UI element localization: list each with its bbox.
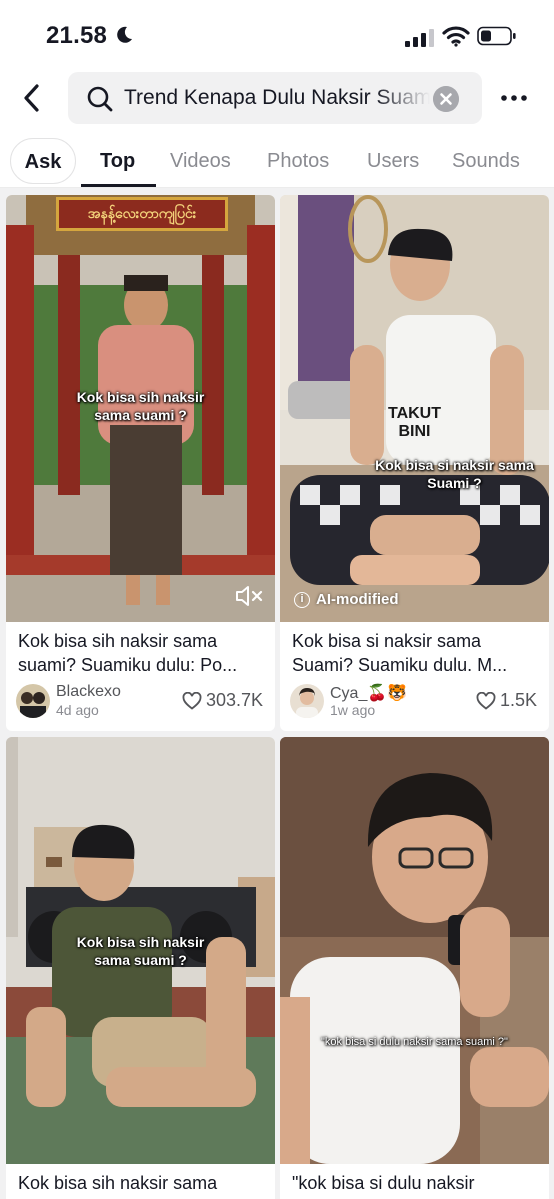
signal-icon: [405, 29, 434, 47]
more-options-icon[interactable]: [500, 84, 528, 112]
video-description[interactable]: Kok bisa sih naksir sama suami? Suamiku …: [18, 629, 268, 679]
tab-ask[interactable]: Ask: [10, 138, 76, 184]
avatar[interactable]: [16, 684, 50, 718]
post-date: 4d ago: [56, 702, 99, 718]
like-count-value: 303.7K: [205, 690, 263, 710]
post-date: 1w ago: [330, 702, 376, 718]
video-thumbnail: အနန့်လေးတာကျပြင်း Kok bisa sih naksir sa…: [6, 195, 275, 622]
tab-photos[interactable]: Photos: [267, 138, 329, 184]
tab-sounds[interactable]: Sounds: [452, 138, 520, 184]
heart-icon: [182, 691, 202, 710]
moon-icon: [117, 26, 132, 43]
video-overlay-caption: "kok bisa si dulu naksir sama suami ?": [321, 1036, 508, 1048]
status-bar: 21.58: [0, 0, 554, 68]
video-overlay-caption: Kok bisa si naksir sama Suami ?: [375, 457, 534, 491]
clear-search-icon[interactable]: [433, 86, 459, 112]
ai-modified-badge: i AI-modified: [294, 591, 399, 608]
like-count: 303.7K: [182, 690, 263, 711]
info-icon: i: [294, 591, 310, 608]
avatar[interactable]: [290, 684, 324, 718]
author-name[interactable]: Cya_🍒🐯: [330, 683, 407, 703]
thumbnail-image: [280, 737, 549, 1164]
video-description[interactable]: Kok bisa sih naksir sama: [18, 1171, 268, 1199]
video-meta: Cya_🍒🐯 1w ago 1.5K: [290, 684, 537, 720]
tab-users[interactable]: Users: [367, 138, 419, 184]
like-count: 1.5K: [476, 690, 537, 711]
author-name[interactable]: Blackexo: [56, 683, 121, 701]
mute-icon[interactable]: [235, 584, 263, 608]
like-count-value: 1.5K: [499, 690, 537, 710]
search-tabs: Ask Top Videos Photos Users Sounds: [0, 134, 554, 188]
video-description[interactable]: Kok bisa si naksir sama Suami? Suamiku d…: [292, 629, 542, 679]
status-time: 21.58: [46, 22, 108, 49]
video-thumbnail: TAKUT BINI Kok bisa si naksir sama Suami…: [280, 195, 549, 622]
video-overlay-caption: Kok bisa sih naksir sama suami ?: [76, 934, 205, 968]
back-arrow-icon[interactable]: [18, 82, 46, 114]
video-meta: Blackexo 4d ago 303.7K: [16, 683, 263, 720]
search-query-text: Trend Kenapa Dulu Naksir Suami: [124, 86, 430, 109]
battery-icon: [477, 26, 516, 46]
video-card[interactable]: "kok bisa si dulu naksir sama suami ?" "…: [280, 737, 549, 1199]
video-description[interactable]: "kok bisa si dulu naksir: [292, 1171, 542, 1199]
search-header: Trend Kenapa Dulu Naksir Suami: [0, 70, 554, 126]
video-thumbnail: Kok bisa sih naksir sama suami ?: [6, 737, 275, 1164]
tab-top[interactable]: Top: [100, 138, 135, 184]
search-icon: [87, 86, 113, 112]
video-card[interactable]: TAKUT BINI Kok bisa si naksir sama Suami…: [280, 195, 549, 731]
heart-icon: [476, 691, 496, 710]
wifi-icon: [442, 26, 470, 47]
video-card[interactable]: အနန့်လေးတာကျပြင်း Kok bisa sih naksir sa…: [6, 195, 275, 731]
video-overlay-caption: Kok bisa sih naksir sama suami ?: [76, 389, 205, 423]
search-input[interactable]: Trend Kenapa Dulu Naksir Suami: [68, 72, 482, 124]
tab-videos[interactable]: Videos: [170, 138, 231, 184]
video-card[interactable]: Kok bisa sih naksir sama suami ? Kok bis…: [6, 737, 275, 1199]
shirt-print-text: TAKUT BINI: [387, 405, 442, 440]
sign-text: အနန့်လေးတာကျပြင်း: [56, 197, 228, 231]
video-thumbnail: "kok bisa si dulu naksir sama suami ?": [280, 737, 549, 1164]
ai-modified-label: AI-modified: [316, 591, 399, 608]
